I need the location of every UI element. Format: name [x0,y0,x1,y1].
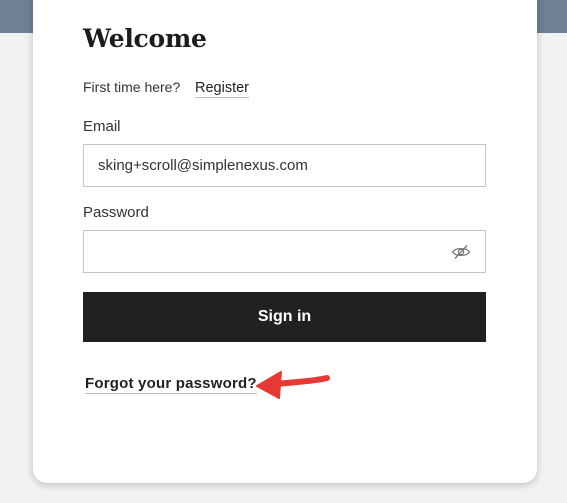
first-time-text: First time here? [83,79,181,95]
password-field[interactable] [84,231,485,272]
email-field[interactable] [84,145,485,186]
page-title: Welcome [83,24,207,53]
forgot-password-link[interactable]: Forgot your password? [85,375,257,394]
eye-slash-icon[interactable] [451,243,471,261]
password-field-wrapper [83,230,486,273]
login-card: Welcome First time here? Register Email … [33,0,537,483]
annotation-arrow-icon [256,371,330,399]
sign-in-button[interactable]: Sign in [83,292,486,342]
password-label: Password [83,204,149,221]
email-field-wrapper [83,144,486,187]
register-link[interactable]: Register [195,80,249,98]
email-label: Email [83,118,121,135]
